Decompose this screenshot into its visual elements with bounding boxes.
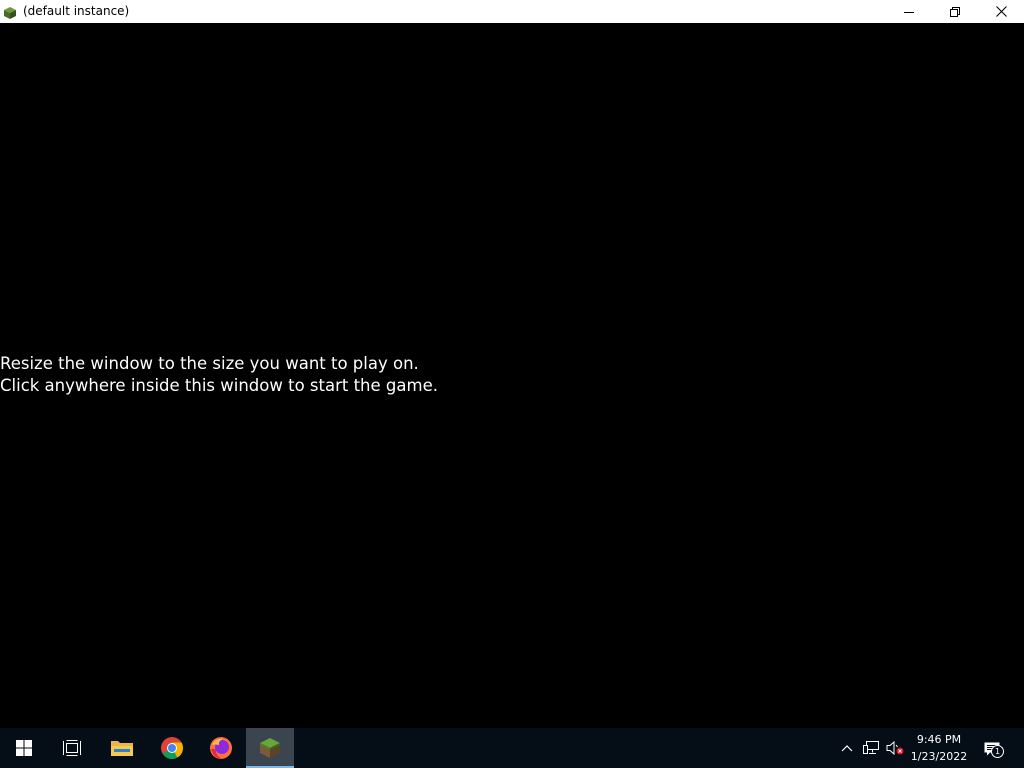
minimize-button[interactable] bbox=[886, 0, 932, 23]
action-center-button[interactable]: 1 bbox=[978, 728, 1006, 768]
taskbar: 9:46 PM 1/23/2022 1 bbox=[0, 728, 1024, 768]
chrome-button[interactable] bbox=[148, 728, 196, 768]
folder-icon bbox=[111, 741, 133, 756]
taskbar-clock[interactable]: 9:46 PM 1/23/2022 bbox=[906, 728, 972, 768]
windows-logo-icon bbox=[16, 740, 32, 756]
start-button[interactable] bbox=[0, 728, 48, 768]
game-canvas[interactable]: Resize the window to the size you want t… bbox=[0, 23, 1024, 728]
grass-block-icon bbox=[3, 5, 17, 19]
chrome-icon bbox=[161, 737, 183, 759]
clock-date: 1/23/2022 bbox=[910, 750, 968, 763]
grass-block-icon bbox=[260, 738, 280, 758]
click-instruction: Click anywhere inside this window to sta… bbox=[0, 376, 438, 395]
close-button[interactable] bbox=[978, 0, 1024, 23]
network-button[interactable] bbox=[860, 728, 882, 768]
chevron-up-icon bbox=[841, 745, 853, 752]
firefox-button[interactable] bbox=[197, 728, 245, 768]
window-title: (default instance) bbox=[23, 4, 130, 18]
firefox-icon bbox=[210, 737, 232, 759]
task-view-button[interactable] bbox=[48, 728, 96, 768]
restore-button[interactable] bbox=[932, 0, 978, 23]
resize-instruction: Resize the window to the size you want t… bbox=[0, 354, 419, 373]
show-hidden-icons-button[interactable] bbox=[838, 728, 856, 768]
notification-count-badge: 1 bbox=[991, 745, 1004, 758]
task-view-icon bbox=[63, 740, 81, 756]
volume-muted-icon bbox=[886, 741, 904, 755]
minecraft-button[interactable] bbox=[246, 728, 294, 768]
volume-button[interactable] bbox=[884, 728, 906, 768]
file-explorer-button[interactable] bbox=[98, 728, 146, 768]
window-titlebar[interactable]: (default instance) bbox=[0, 0, 1024, 23]
window-controls bbox=[886, 0, 1024, 23]
restore-icon bbox=[950, 6, 960, 17]
clock-time: 9:46 PM bbox=[916, 733, 962, 746]
network-icon bbox=[862, 741, 879, 754]
minimize-icon bbox=[904, 11, 914, 13]
close-icon bbox=[995, 6, 1007, 17]
